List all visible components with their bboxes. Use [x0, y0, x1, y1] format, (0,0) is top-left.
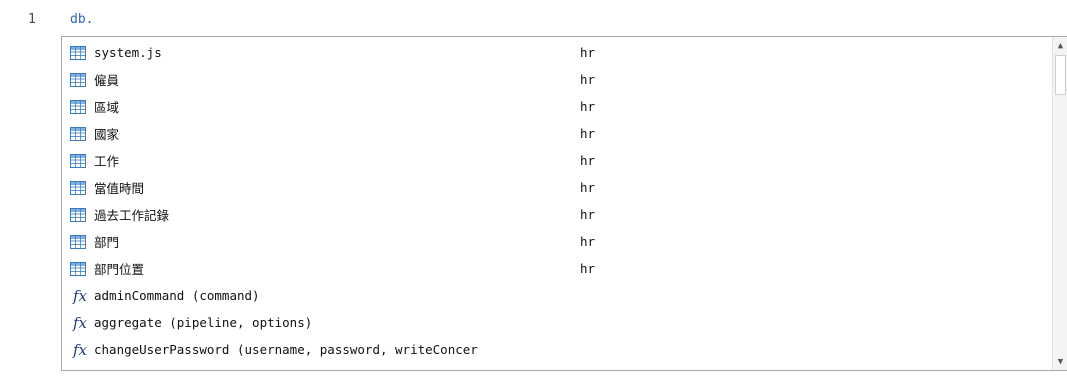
code-editor[interactable]: 1 db. system.js hr 僱員 hr 區域 hr 國家 hr 工作 hr 當值時間 hr 過…	[0, 0, 1067, 377]
autocomplete-item-meta: hr	[580, 45, 596, 60]
line-number: 1	[28, 12, 36, 27]
table-icon	[62, 120, 94, 147]
autocomplete-item[interactable]: 區域 hr	[62, 93, 1052, 120]
autocomplete-item-label: 區域	[94, 100, 120, 115]
autocomplete-item-meta: hr	[580, 153, 596, 168]
autocomplete-item-label: changeUserPassword (username, password, …	[94, 342, 478, 357]
autocomplete-item[interactable]: 部門 hr	[62, 228, 1052, 255]
autocomplete-item-label: adminCommand (command)	[94, 288, 260, 303]
autocomplete-item-meta: hr	[580, 234, 596, 249]
table-icon	[62, 201, 94, 228]
autocomplete-item[interactable]: 國家 hr	[62, 120, 1052, 147]
autocomplete-item[interactable]: fx changeUserPassword (username, password…	[62, 336, 1052, 363]
function-icon: fx	[72, 313, 87, 332]
autocomplete-item[interactable]: 僱員 hr	[62, 66, 1052, 93]
autocomplete-item[interactable]: 當值時間 hr	[62, 174, 1052, 201]
autocomplete-item-meta: hr	[580, 99, 596, 114]
table-icon	[62, 147, 94, 174]
table-icon	[62, 39, 94, 66]
function-icon: fx	[72, 340, 87, 359]
autocomplete-item-label: 僱員	[94, 73, 120, 88]
table-icon	[62, 255, 94, 282]
autocomplete-item-label: aggregate (pipeline, options)	[94, 315, 313, 330]
autocomplete-item[interactable]: 過去工作記錄 hr	[62, 201, 1052, 228]
scroll-down-arrow-icon[interactable]: ▼	[1053, 354, 1067, 369]
autocomplete-item-label: 國家	[94, 127, 120, 142]
function-icon: fx	[72, 286, 87, 305]
autocomplete-list: system.js hr 僱員 hr 區域 hr 國家 hr 工作 hr 當值時間 hr 過去工作記錄 h…	[62, 39, 1052, 363]
scroll-thumb[interactable]	[1055, 55, 1066, 95]
table-icon	[62, 174, 94, 201]
scroll-up-arrow-icon[interactable]: ▲	[1053, 38, 1067, 53]
autocomplete-item-label: 過去工作記錄	[94, 208, 170, 223]
autocomplete-item-label: 部門	[94, 235, 120, 250]
autocomplete-item[interactable]: system.js hr	[62, 39, 1052, 66]
autocomplete-popup[interactable]: system.js hr 僱員 hr 區域 hr 國家 hr 工作 hr 當值時間 hr 過去工作記錄 h…	[61, 36, 1067, 371]
autocomplete-item-meta: hr	[580, 261, 596, 276]
table-icon	[62, 228, 94, 255]
scrollbar[interactable]: ▲ ▼	[1052, 37, 1067, 370]
autocomplete-item-meta: hr	[580, 72, 596, 87]
autocomplete-item-label: system.js	[94, 45, 162, 60]
autocomplete-item[interactable]: fx aggregate (pipeline, options)	[62, 309, 1052, 336]
autocomplete-item-meta: hr	[580, 180, 596, 195]
table-icon	[62, 93, 94, 120]
autocomplete-item-meta: hr	[580, 126, 596, 141]
autocomplete-item-meta: hr	[580, 207, 596, 222]
autocomplete-item[interactable]: 工作 hr	[62, 147, 1052, 174]
autocomplete-item[interactable]: 部門位置 hr	[62, 255, 1052, 282]
autocomplete-item[interactable]: fx adminCommand (command)	[62, 282, 1052, 309]
autocomplete-item-label: 工作	[94, 154, 120, 169]
autocomplete-item-label: 部門位置	[94, 262, 145, 277]
code-line[interactable]: db.	[70, 10, 93, 30]
autocomplete-item-label: 當值時間	[94, 181, 145, 196]
table-icon	[62, 66, 94, 93]
